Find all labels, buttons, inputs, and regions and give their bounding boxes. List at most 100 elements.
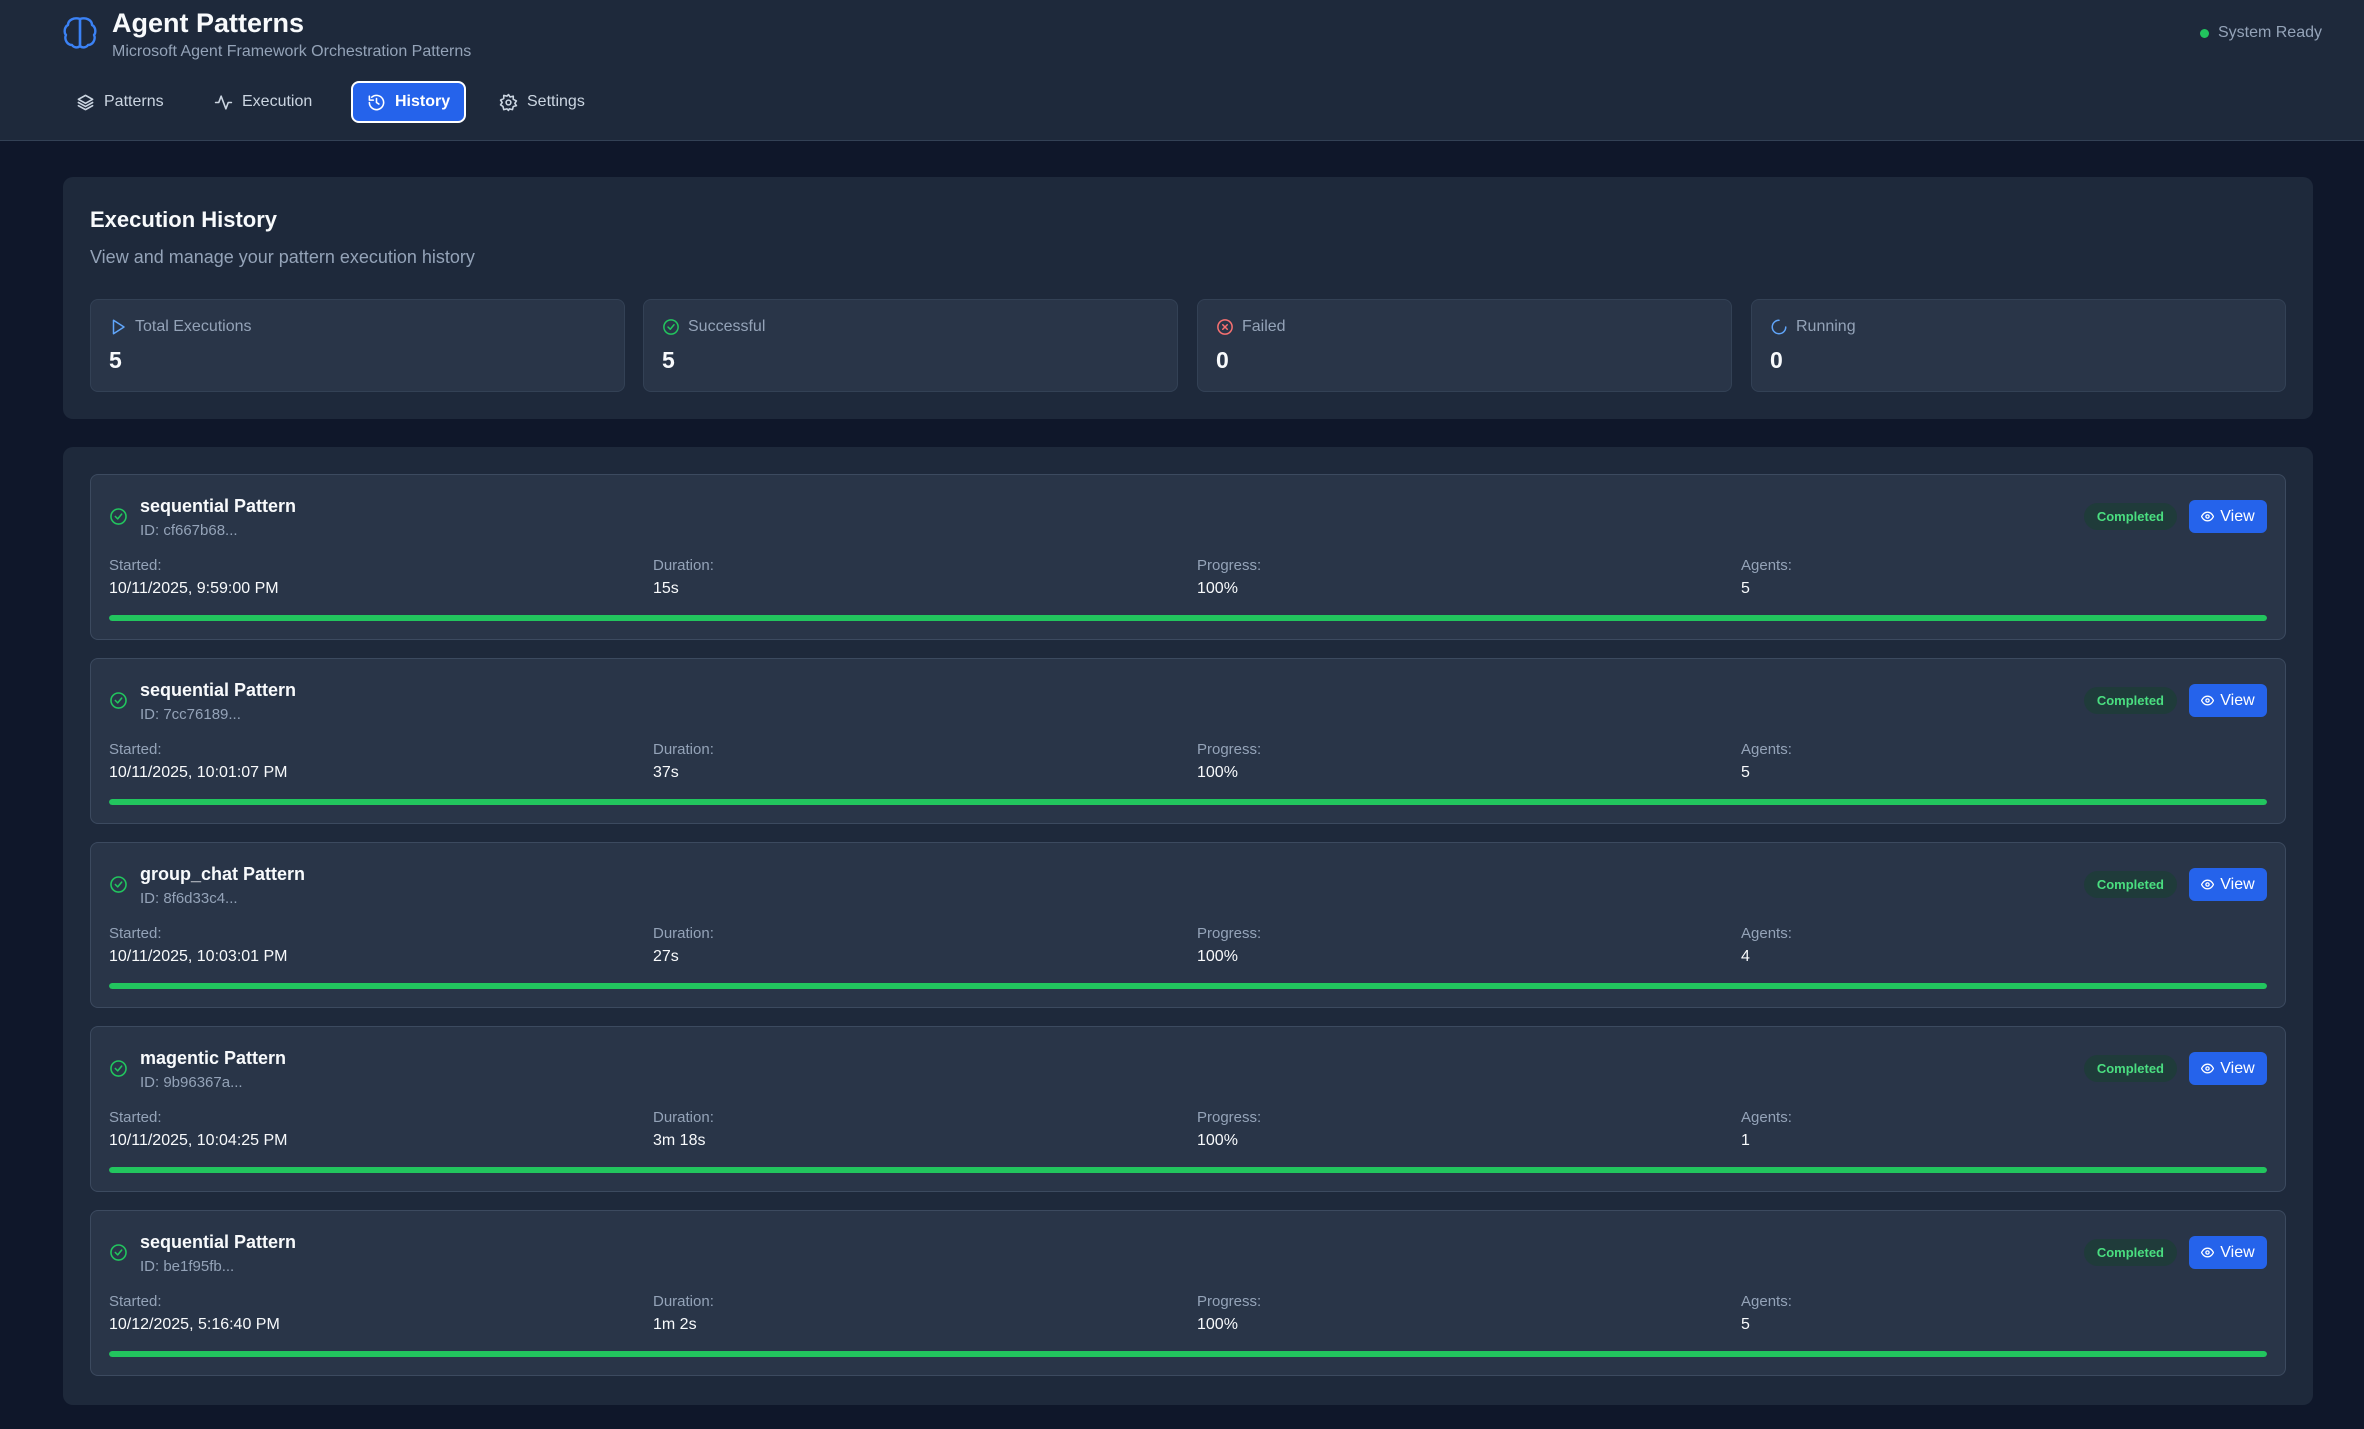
progress-value: 100% — [1197, 1132, 1238, 1149]
run-started: Started: 10/11/2025, 10:03:01 PM — [109, 925, 649, 966]
run-id: ID: 9b96367a... — [140, 1074, 243, 1091]
progress-label: Progress: — [1197, 1293, 1262, 1310]
started-label: Started: — [109, 1109, 162, 1126]
status-badge: Completed — [2083, 871, 2177, 898]
tab-execution-label: Execution — [242, 93, 313, 110]
progress-bar — [109, 1351, 2267, 1357]
eye-icon — [2201, 879, 2215, 890]
page-title: Execution History — [90, 207, 278, 232]
agents-label: Agents: — [1741, 741, 1792, 758]
run-duration: Duration: 15s — [653, 557, 1193, 598]
stat-failed-label: Failed — [1242, 318, 1286, 335]
play-icon — [112, 319, 125, 335]
stat-successful-value: 5 — [662, 347, 675, 373]
started-value: 10/11/2025, 9:59:00 PM — [109, 580, 279, 597]
run-pattern-name: magentic Pattern — [140, 1048, 287, 1068]
run-started: Started: 10/11/2025, 10:01:07 PM — [109, 741, 649, 782]
stat-total-executions-head: Total Executions — [109, 318, 252, 336]
agents-value: 5 — [1741, 580, 1750, 597]
progress-label: Progress: — [1197, 1109, 1262, 1126]
started-label: Started: — [109, 1293, 162, 1310]
check-circle-icon — [663, 319, 679, 335]
status-badge: Completed — [2083, 687, 2177, 714]
progress-bar-fill — [109, 983, 2267, 989]
run-started: Started: 10/11/2025, 9:59:00 PM — [109, 557, 649, 598]
layers-icon — [77, 94, 94, 110]
tab-patterns[interactable]: Patterns — [62, 81, 178, 123]
progress-bar-fill — [109, 799, 2267, 805]
agents-value: 1 — [1741, 1132, 1750, 1149]
view-button[interactable]: View — [2189, 684, 2267, 717]
duration-value: 15s — [653, 580, 679, 597]
run-agents: Agents: 5 — [1741, 1293, 2281, 1334]
started-value: 10/11/2025, 10:01:07 PM — [109, 764, 288, 781]
started-label: Started: — [109, 925, 162, 942]
status-badge: Completed — [2083, 503, 2177, 530]
execution-history-list: sequential Pattern ID: cf667b68... Compl… — [63, 447, 2313, 1405]
duration-label: Duration: — [653, 925, 714, 942]
eye-icon — [2201, 511, 2215, 522]
history-item: magentic Pattern ID: 9b96367a... Complet… — [90, 1026, 2286, 1192]
progress-bar — [109, 615, 2267, 621]
progress-bar-fill — [109, 1351, 2267, 1357]
check-circle-icon — [110, 508, 127, 525]
run-id: ID: 7cc76189... — [140, 706, 241, 723]
run-agents: Agents: 1 — [1741, 1109, 2281, 1150]
started-label: Started: — [109, 557, 162, 574]
check-circle-icon — [110, 1060, 127, 1077]
view-button[interactable]: View — [2189, 1236, 2267, 1269]
started-value: 10/12/2025, 5:16:40 PM — [109, 1316, 280, 1333]
run-agents: Agents: 5 — [1741, 557, 2281, 598]
duration-value: 37s — [653, 764, 679, 781]
brain-icon — [63, 17, 97, 49]
duration-value: 1m 2s — [653, 1316, 697, 1333]
status-badge: Completed — [2083, 1239, 2177, 1266]
agents-label: Agents: — [1741, 925, 1792, 942]
view-button[interactable]: View — [2189, 500, 2267, 533]
stat-running-head: Running — [1770, 318, 1856, 336]
run-started: Started: 10/12/2025, 5:16:40 PM — [109, 1293, 649, 1334]
history-icon — [368, 94, 385, 110]
page-description: View and manage your pattern execution h… — [90, 247, 475, 267]
progress-value: 100% — [1197, 580, 1238, 597]
duration-value: 27s — [653, 948, 679, 965]
tab-settings-label: Settings — [527, 93, 585, 110]
eye-icon — [2201, 695, 2215, 706]
run-started: Started: 10/11/2025, 10:04:25 PM — [109, 1109, 649, 1150]
history-item: sequential Pattern ID: cf667b68... Compl… — [90, 474, 2286, 640]
stat-total-executions-value: 5 — [109, 347, 122, 373]
view-button[interactable]: View — [2189, 1052, 2267, 1085]
check-circle-icon — [110, 692, 127, 709]
progress-bar — [109, 1167, 2267, 1173]
duration-label: Duration: — [653, 1293, 714, 1310]
run-pattern-name: sequential Pattern — [140, 1232, 297, 1252]
agents-value: 5 — [1741, 1316, 1750, 1333]
view-button-label: View — [2220, 875, 2255, 893]
duration-value: 3m 18s — [653, 1132, 706, 1149]
started-label: Started: — [109, 741, 162, 758]
view-button-label: View — [2220, 691, 2255, 709]
duration-label: Duration: — [653, 557, 714, 574]
run-pattern-name: group_chat Pattern — [140, 864, 306, 884]
execution-summary-card: Execution History View and manage your p… — [63, 177, 2313, 419]
progress-value: 100% — [1197, 948, 1238, 965]
agents-value: 4 — [1741, 948, 1750, 965]
run-progress: Progress: 100% — [1197, 741, 1737, 782]
run-progress: Progress: 100% — [1197, 1293, 1737, 1334]
run-duration: Duration: 3m 18s — [653, 1109, 1193, 1150]
stat-running: Running 0 — [1751, 299, 2286, 392]
system-status: System Ready — [2199, 24, 2322, 42]
status-dot-icon — [2199, 28, 2209, 38]
progress-label: Progress: — [1197, 741, 1262, 758]
duration-label: Duration: — [653, 741, 714, 758]
tab-settings[interactable]: Settings — [485, 81, 599, 123]
progress-value: 100% — [1197, 1316, 1238, 1333]
run-duration: Duration: 37s — [653, 741, 1193, 782]
history-item: sequential Pattern ID: be1f95fb... Compl… — [90, 1210, 2286, 1376]
run-progress: Progress: 100% — [1197, 925, 1737, 966]
check-circle-icon — [110, 1244, 127, 1261]
tab-execution[interactable]: Execution — [200, 81, 326, 123]
tab-history[interactable]: History — [351, 81, 467, 123]
stat-successful-head: Successful — [662, 318, 765, 336]
view-button[interactable]: View — [2189, 868, 2267, 901]
